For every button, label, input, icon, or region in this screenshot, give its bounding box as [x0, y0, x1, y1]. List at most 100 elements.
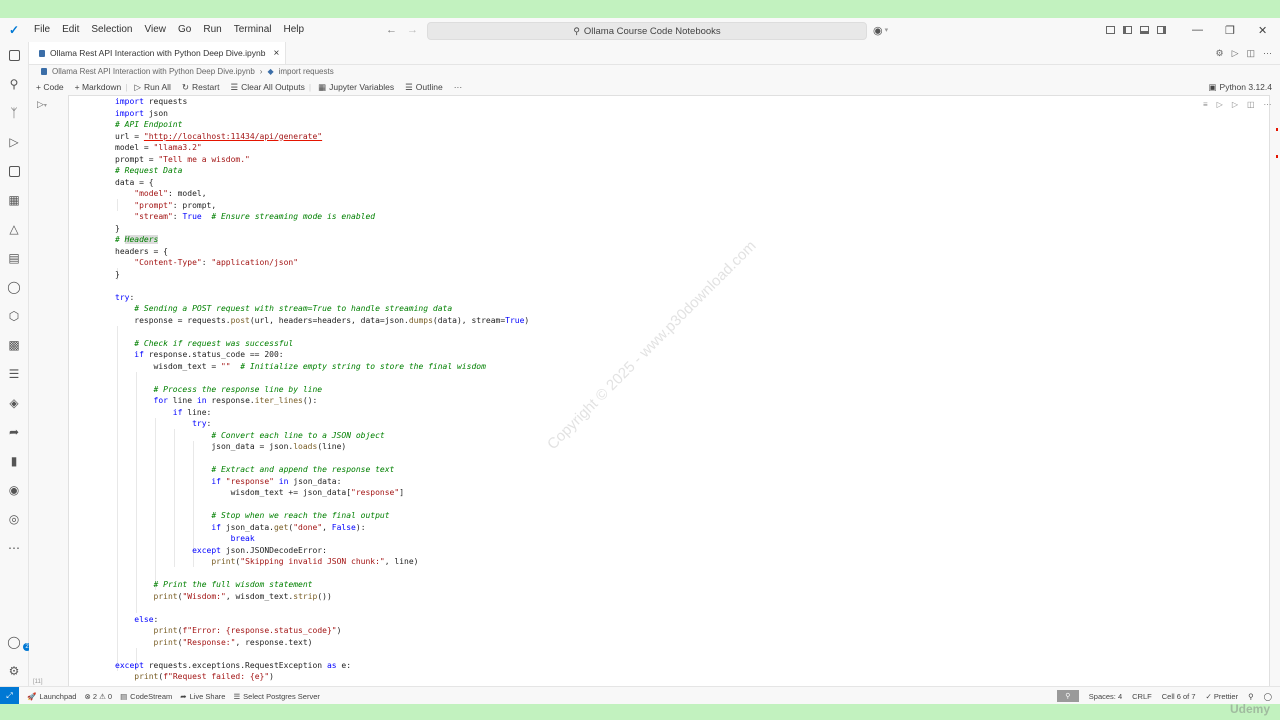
- run-all-button[interactable]: ▷ Run All: [134, 82, 170, 93]
- code-line: json_data = json.loads(line): [115, 442, 347, 451]
- extensions-icon[interactable]: ▦: [7, 193, 21, 207]
- layers-icon[interactable]: ◈: [7, 396, 21, 410]
- jupyter-icon[interactable]: ▩: [7, 338, 21, 352]
- more-actions-icon[interactable]: ⋯: [1263, 48, 1272, 59]
- accounts-icon[interactable]: ◯ 2: [7, 635, 31, 651]
- menu-edit[interactable]: Edit: [56, 18, 85, 42]
- copilot-chat-icon[interactable]: ◎: [7, 512, 21, 526]
- codestream-item[interactable]: ▤ CodeStream: [120, 692, 172, 701]
- postgres-icon: ☰: [233, 691, 241, 701]
- cell-icon: ◆: [267, 67, 274, 76]
- eol-item[interactable]: CRLF: [1132, 692, 1152, 701]
- variables-icon: ▦: [318, 81, 327, 92]
- split-cell-icon[interactable]: ◫: [1247, 100, 1255, 109]
- status-bar: ⤢ 🚀 Launchpad ⊗ 2 ⚠ 0 ▤ CodeStream ➦ Live S…: [0, 686, 1280, 704]
- breadcrumb-cell[interactable]: import requests: [279, 67, 334, 76]
- toggle-primary-sidebar-icon[interactable]: [1123, 26, 1132, 34]
- menu-terminal[interactable]: Terminal: [228, 18, 278, 42]
- more-views-icon[interactable]: ⋯: [7, 541, 21, 555]
- code-line: for line in response.iter_lines():: [153, 396, 318, 405]
- code-line: print("Response:", response.text): [153, 637, 313, 647]
- format-cell-icon[interactable]: ≡: [1203, 100, 1208, 109]
- minimize-icon[interactable]: —: [1192, 18, 1203, 42]
- menu-file[interactable]: File: [28, 18, 56, 42]
- toggle-secondary-sidebar-icon[interactable]: [1157, 26, 1166, 34]
- execute-above-icon[interactable]: ▷: [1217, 100, 1223, 109]
- code-line: if response.status_code == 200:: [134, 350, 284, 359]
- account-status-icon[interactable]: ◯: [1264, 692, 1272, 701]
- postgres-item[interactable]: ☰ Select Postgres Server: [233, 692, 319, 701]
- code-line: response = requests.post(url, headers=he…: [115, 315, 530, 325]
- code-line: wisdom_text = "" # Initialize empty stri…: [115, 361, 486, 371]
- code-line: }: [115, 223, 120, 233]
- live-share-item[interactable]: ➦ Live Share: [180, 692, 225, 701]
- breadcrumb-file[interactable]: Ollama Rest API Interaction with Python …: [52, 67, 255, 76]
- explorer-icon[interactable]: [7, 48, 21, 62]
- database-icon[interactable]: ☰: [7, 367, 21, 381]
- jupyter-variables-button[interactable]: ▦ Jupyter Variables: [318, 82, 394, 93]
- split-editor-icon[interactable]: ◫: [1246, 48, 1255, 59]
- remote-explorer-icon[interactable]: [7, 164, 21, 178]
- menu-view[interactable]: View: [139, 18, 173, 42]
- gitlens-icon[interactable]: ⬡: [7, 309, 21, 323]
- live-share-icon[interactable]: ➦: [7, 425, 21, 439]
- restore-icon[interactable]: ❐: [1225, 18, 1235, 42]
- copilot-icon[interactable]: ◉ ▾: [873, 18, 888, 42]
- code-line: import json: [115, 108, 168, 118]
- kernel-picker[interactable]: ▣ Python 3.12.4: [1209, 79, 1273, 95]
- toolbar-more-button[interactable]: ···: [454, 82, 463, 92]
- launchpad-item[interactable]: 🚀 Launchpad: [27, 692, 76, 701]
- settings-gear-icon[interactable]: ⚙: [7, 664, 21, 678]
- forward-arrow-icon[interactable]: →: [407, 24, 418, 36]
- notebook-tab[interactable]: Ollama Rest API Interaction with Python …: [29, 42, 287, 64]
- menu-run[interactable]: Run: [197, 18, 227, 42]
- restart-button[interactable]: ↻ Restart: [182, 82, 220, 93]
- kernel-icon: ▣: [1208, 81, 1217, 92]
- run-cell-icon[interactable]: ▷▾: [37, 99, 47, 110]
- notebook-toolbar: + Code + Markdown | ▷ Run All ↻ Restart ☰ C…: [29, 79, 1280, 95]
- launchpad-icon: 🚀: [27, 691, 37, 701]
- code-line: print("Skipping invalid JSON chunk:", li…: [211, 557, 419, 566]
- code-line: try:: [192, 419, 212, 428]
- zoom-icon[interactable]: ⚲: [1056, 690, 1079, 702]
- search-sidebar-icon[interactable]: ⚲: [7, 77, 21, 91]
- code-content[interactable]: import requests import json # API Endpoint…: [115, 96, 529, 683]
- command-center-search[interactable]: ⚲ Ollama Course Code Notebooks: [427, 22, 867, 40]
- toggle-panel-icon[interactable]: [1140, 26, 1149, 34]
- codestream-icon[interactable]: ◉: [7, 483, 21, 497]
- notifications-bell-icon[interactable]: ⚲: [1248, 692, 1254, 701]
- back-arrow-icon[interactable]: ←: [386, 24, 397, 36]
- code-cell[interactable]: ≡ ▷ ▷ ◫ ⋯ 🗑 import requestsimport json# …: [68, 95, 1272, 686]
- problems-item[interactable]: ⊗ 2 ⚠ 0: [84, 692, 112, 701]
- code-line: if "response" in json_data:: [211, 476, 342, 486]
- menu-help[interactable]: Help: [278, 18, 311, 42]
- code-line: # Print the full wisdom statement: [153, 580, 313, 589]
- menu-go[interactable]: Go: [172, 18, 197, 42]
- menu-selection[interactable]: Selection: [85, 18, 138, 42]
- cell-position-item[interactable]: Cell 6 of 7: [1162, 692, 1196, 701]
- outline-button[interactable]: ☰ Outline: [405, 82, 443, 93]
- clear-all-outputs-button[interactable]: ☰ Clear All Outputs: [230, 82, 304, 93]
- folder-icon[interactable]: ▤: [7, 251, 21, 265]
- cell-more-icon[interactable]: ⋯: [1264, 100, 1272, 109]
- testing-icon[interactable]: △: [7, 222, 21, 236]
- add-code-cell-button[interactable]: + Code: [36, 82, 64, 92]
- remote-indicator-icon[interactable]: ⤢: [0, 687, 19, 704]
- close-window-icon[interactable]: ✕: [1258, 18, 1267, 42]
- timeline-icon[interactable]: ◯: [7, 280, 21, 294]
- code-line: prompt = "Tell me a wisdom.": [115, 154, 250, 164]
- add-markdown-cell-button[interactable]: + Markdown: [75, 82, 122, 92]
- copyright-watermark: Copyright © 2025 - www.p30download.com: [544, 237, 760, 454]
- run-debug-icon[interactable]: ▷: [7, 135, 21, 149]
- customize-layout-icon[interactable]: [1106, 26, 1115, 34]
- gear-icon[interactable]: ⚙: [1215, 48, 1223, 59]
- prettier-item[interactable]: ✓ Prettier: [1206, 692, 1239, 701]
- source-control-icon[interactable]: ᛉ: [7, 106, 21, 120]
- execute-below-icon[interactable]: ▷: [1232, 100, 1238, 109]
- tab-close-icon[interactable]: ×: [273, 48, 279, 59]
- spaces-item[interactable]: Spaces: 4: [1089, 692, 1122, 701]
- activity-bar: ⚲ ᛉ ▷ ▦ △ ▤ ◯ ⬡ ▩ ☰ ◈ ➦ ▮ ◉ ◎ ⋯ ◯ 2 ⚙: [0, 42, 31, 686]
- bookmark-icon[interactable]: ▮: [7, 454, 21, 468]
- run-icon[interactable]: ▷: [1232, 48, 1239, 59]
